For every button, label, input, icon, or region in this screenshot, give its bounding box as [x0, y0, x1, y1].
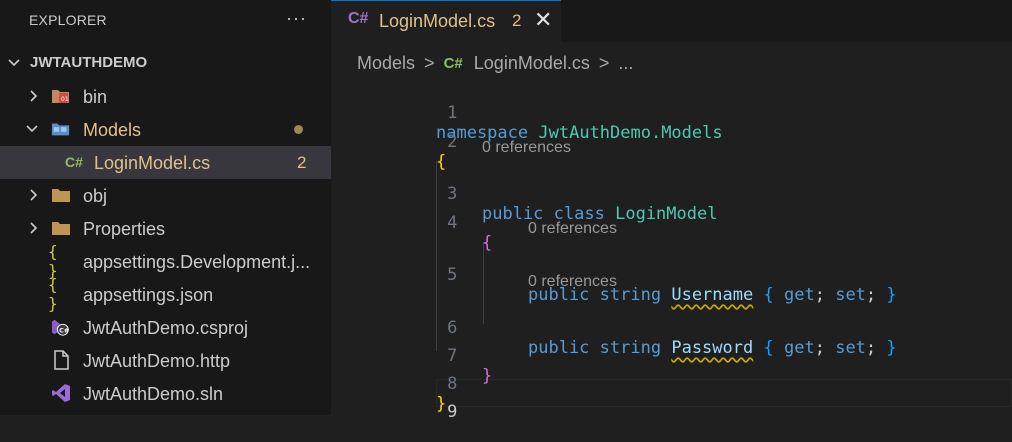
- tree-item-label: JwtAuthDemo.csproj: [83, 318, 249, 338]
- chevron-right-icon: [27, 219, 41, 237]
- tree-item-properties[interactable]: Properties: [0, 212, 331, 245]
- file-icon: [51, 350, 71, 370]
- tree-item-label: bin: [83, 87, 108, 107]
- breadcrumb: Models > C# LoginModel.cs > ...: [357, 52, 633, 76]
- csharp-file-icon: C#: [443, 54, 463, 72]
- tab-loginmodel[interactable]: C# LoginModel.cs 2 ✕: [331, 0, 561, 42]
- tree-item-loginmodel[interactable]: C# LoginModel.cs 2: [0, 146, 331, 179]
- editor-area: C# LoginModel.cs 2 ✕ Models > C# LoginMo…: [331, 0, 1012, 422]
- code-line: 1 namespace JwtAuthDemo.Models: [331, 83, 1012, 143]
- svg-text:C#: C#: [59, 327, 69, 334]
- folder-icon: [51, 218, 71, 238]
- code-line: 2 {: [331, 112, 1012, 172]
- code-line: 3 public class LoginModel: [331, 164, 1012, 224]
- csharp-file-icon: C#: [65, 154, 83, 170]
- code-line: 9: [331, 382, 1012, 422]
- breadcrumb-separator: >: [424, 52, 435, 73]
- csharp-file-icon: C#: [348, 10, 369, 27]
- tree-item-label: LoginModel.cs: [94, 153, 211, 173]
- tree-item-appsettings-development[interactable]: { } appsettings.Development.j...: [0, 242, 331, 280]
- breadcrumb-item-file[interactable]: LoginModel.cs: [474, 53, 590, 74]
- chevron-down-icon: [25, 120, 39, 138]
- tree-item-label: obj: [83, 186, 108, 206]
- explorer-sidebar: EXPLORER ··· JWTAUTHDEMO 01 bin Models C…: [0, 0, 331, 415]
- tree-item-appsettings[interactable]: { } appsettings.json: [0, 275, 331, 313]
- json-file-icon: { }: [48, 275, 58, 313]
- chevron-down-icon: [7, 56, 21, 74]
- line-number: 4: [447, 213, 458, 233]
- tree-item-obj[interactable]: obj: [0, 179, 331, 212]
- line-number: 9: [447, 402, 458, 422]
- code-line: 8 }: [331, 354, 1012, 414]
- json-file-icon: { }: [48, 242, 58, 280]
- explorer-header: EXPLORER ···: [0, 0, 331, 42]
- tree-item-sln[interactable]: JwtAuthDemo.sln: [0, 377, 331, 410]
- code-line: 5 public string Username { get; set; }: [331, 245, 1012, 305]
- tree-item-http[interactable]: JwtAuthDemo.http: [0, 344, 331, 377]
- codelens-references[interactable]: 0 references: [528, 220, 617, 238]
- chevron-right-icon: [27, 87, 41, 105]
- close-icon[interactable]: ✕: [534, 7, 552, 33]
- tree-item-label: JwtAuthDemo.http: [83, 351, 231, 371]
- tree-item-csproj[interactable]: C# JwtAuthDemo.csproj: [0, 311, 331, 344]
- code-line: 7 }: [331, 326, 1012, 386]
- modified-dot-icon: [294, 125, 303, 134]
- csproj-icon: C#: [51, 317, 71, 337]
- tree-item-bin[interactable]: 01 bin: [0, 80, 331, 113]
- line-number: 2: [447, 132, 458, 152]
- tab-label: LoginModel.cs: [379, 11, 496, 31]
- explorer-title: EXPLORER: [29, 12, 107, 28]
- tree-item-label: JwtAuthDemo.sln: [83, 384, 224, 404]
- project-root[interactable]: JWTAUTHDEMO: [0, 49, 331, 77]
- tree-item-label: Models: [83, 120, 142, 140]
- code-line: 4 {: [331, 193, 1012, 253]
- codelens-references[interactable]: 0 references: [482, 139, 571, 157]
- tree-item-models[interactable]: Models: [0, 113, 331, 146]
- breadcrumb-separator: >: [598, 52, 610, 73]
- bin-folder-icon: 01: [51, 86, 71, 106]
- chevron-right-icon: [27, 186, 41, 204]
- models-folder-icon: [51, 119, 71, 139]
- tree-item-label: appsettings.json: [83, 285, 214, 305]
- breadcrumb-item-models[interactable]: Models: [357, 53, 415, 74]
- project-root-label: JWTAUTHDEMO: [30, 54, 148, 71]
- tree-item-label: appsettings.Development.j...: [83, 252, 311, 272]
- tab-bar: C# LoginModel.cs 2 ✕: [331, 0, 1012, 42]
- tree-item-label: Properties: [83, 219, 166, 239]
- code-line: 6 public string Password { get; set; }: [331, 298, 1012, 358]
- visual-studio-icon: [51, 383, 71, 403]
- line-number: 5: [447, 265, 458, 285]
- svg-text:01: 01: [61, 96, 69, 103]
- problem-count-badge: 2: [297, 153, 307, 172]
- problem-count-badge: 2: [512, 11, 522, 30]
- more-actions-icon[interactable]: ···: [286, 8, 307, 29]
- codelens-references[interactable]: 0 references: [528, 273, 617, 291]
- folder-icon: [51, 185, 71, 205]
- breadcrumb-ellipsis[interactable]: ...: [618, 53, 633, 74]
